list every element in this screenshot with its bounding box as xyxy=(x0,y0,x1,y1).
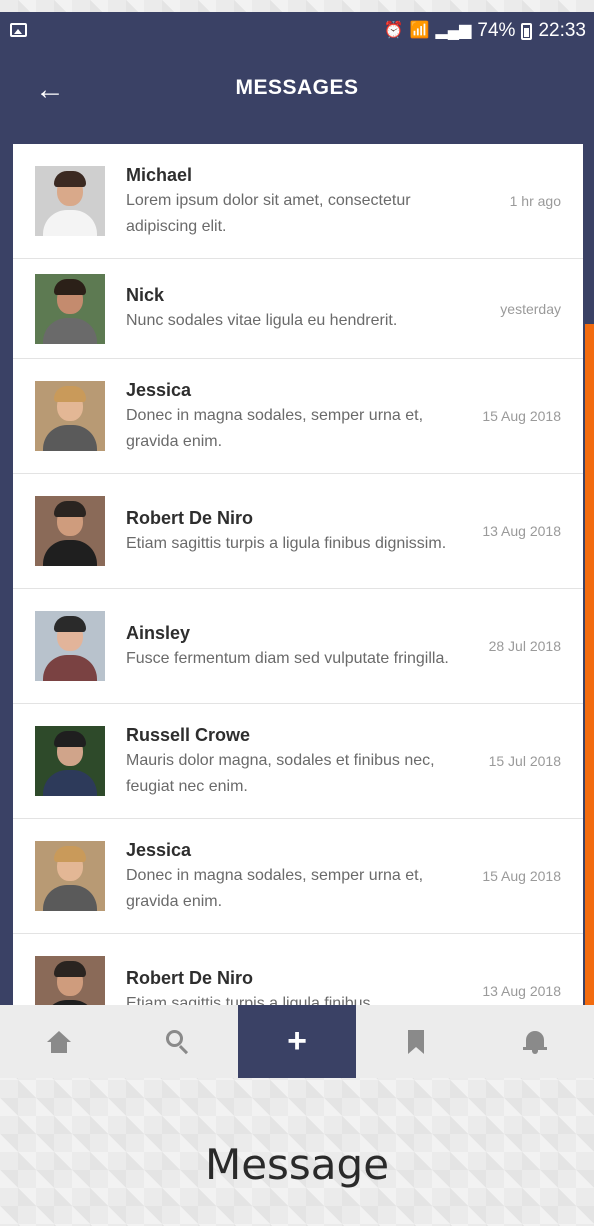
avatar xyxy=(35,956,105,1006)
message-row[interactable]: Russell Crowe Mauris dolor magna, sodales… xyxy=(13,704,583,819)
nav-bookmark[interactable] xyxy=(356,1005,475,1078)
message-row[interactable]: Robert De Niro Etiam sagittis turpis a li… xyxy=(13,934,583,1006)
message-preview: Fusce fermentum diam sed vulputate fring… xyxy=(126,649,449,667)
page-title: MESSAGES xyxy=(235,76,359,99)
nav-notifications[interactable] xyxy=(475,1005,594,1078)
phone-screen: ⏰ 📶 ▂▄▆ 74% 22:33 ← MESSAGES Michael Lore… xyxy=(0,12,594,1078)
plus-icon: + xyxy=(287,1022,307,1060)
home-icon xyxy=(47,1030,72,1053)
message-sender: Robert De Niro xyxy=(126,967,254,988)
message-row[interactable]: Jessica Donec in magna sodales, semper ur… xyxy=(13,359,583,474)
message-text: Michael Lorem ipsum dolor sit amet, conse… xyxy=(126,163,471,240)
message-preview: Mauris dolor magna, sodales et finibus n… xyxy=(126,751,435,795)
message-preview: Etiam sagittis turpis a ligula finibus d… xyxy=(126,534,447,552)
avatar xyxy=(35,496,105,566)
message-time: yesterday xyxy=(500,300,561,317)
message-preview: Etiam sagittis turpis a ligula finibus xyxy=(126,994,371,1007)
image-icon xyxy=(10,23,27,37)
message-row[interactable]: Nick Nunc sodales vitae ligula eu hendrer… xyxy=(13,259,583,359)
avatar xyxy=(35,726,105,796)
battery-icon xyxy=(521,22,533,40)
avatar xyxy=(35,273,105,344)
message-sender: Jessica xyxy=(126,379,192,400)
message-row[interactable]: Jessica Donec in magna sodales, semper ur… xyxy=(13,819,583,934)
message-sender: Nick xyxy=(126,285,165,305)
clock: 22:33 xyxy=(538,20,586,41)
nav-home[interactable] xyxy=(0,1005,119,1078)
message-row[interactable]: Michael Lorem ipsum dolor sit amet, conse… xyxy=(13,144,583,259)
message-preview: Lorem ipsum dolor sit amet, consectetur … xyxy=(126,191,411,235)
message-time: 28 Jul 2018 xyxy=(488,638,561,654)
message-list[interactable]: Michael Lorem ipsum dolor sit amet, conse… xyxy=(13,144,583,1006)
message-time: 15 Aug 2018 xyxy=(482,408,561,424)
message-text: Jessica Donec in magna sodales, semper ur… xyxy=(126,838,471,915)
accent-bar xyxy=(585,324,594,1024)
battery-percent: 74% xyxy=(477,20,516,41)
message-text: Jessica Donec in magna sodales, semper ur… xyxy=(126,378,471,455)
message-row[interactable]: Ainsley Fusce fermentum diam sed vulputat… xyxy=(13,589,583,704)
app-header: ← MESSAGES xyxy=(0,52,594,130)
alarm-icon: ⏰ xyxy=(383,22,404,39)
bell-icon xyxy=(522,1030,547,1054)
message-sender: Russell Crowe xyxy=(126,724,251,745)
avatar xyxy=(35,611,105,681)
caption: Message xyxy=(204,1140,390,1189)
message-preview: Nunc sodales vitae ligula eu hendrerit. xyxy=(126,312,398,329)
message-preview: Donec in magna sodales, semper urna et, … xyxy=(126,866,424,910)
message-time: 15 Jul 2018 xyxy=(488,753,561,769)
message-text: Ainsley Fusce fermentum diam sed vulputat… xyxy=(126,621,471,672)
message-sender: Michael xyxy=(126,164,193,185)
bottom-nav: + xyxy=(0,1005,594,1078)
message-text: Robert De Niro Etiam sagittis turpis a li… xyxy=(126,506,471,557)
avatar xyxy=(35,381,105,451)
message-time: 13 Aug 2018 xyxy=(482,523,561,539)
message-text: Nick Nunc sodales vitae ligula eu hendrer… xyxy=(126,283,471,334)
message-preview: Donec in magna sodales, semper urna et, … xyxy=(126,406,424,450)
bookmark-icon xyxy=(407,1029,424,1054)
avatar xyxy=(35,841,105,911)
message-sender: Ainsley xyxy=(126,622,191,643)
message-time: 15 Aug 2018 xyxy=(482,868,561,884)
wifi-icon: 📶 xyxy=(409,22,430,39)
message-text: Robert De Niro Etiam sagittis turpis a li… xyxy=(126,966,471,1007)
avatar xyxy=(35,166,105,236)
nav-search[interactable] xyxy=(119,1005,238,1078)
message-time: 1 hr ago xyxy=(509,193,561,209)
message-sender: Jessica xyxy=(126,839,192,860)
message-sender: Robert De Niro xyxy=(126,507,254,528)
message-row[interactable]: Robert De Niro Etiam sagittis turpis a li… xyxy=(13,474,583,589)
search-icon xyxy=(166,1029,190,1054)
status-icons: ⏰ 📶 ▂▄▆ 74% 22:33 xyxy=(384,20,586,42)
nav-add[interactable]: + xyxy=(237,1005,357,1078)
signal-icon: ▂▄▆ xyxy=(435,22,472,39)
status-bar: ⏰ 📶 ▂▄▆ 74% 22:33 xyxy=(0,12,594,52)
message-text: Russell Crowe Mauris dolor magna, sodales… xyxy=(126,723,471,800)
message-time: 13 Aug 2018 xyxy=(482,983,561,999)
